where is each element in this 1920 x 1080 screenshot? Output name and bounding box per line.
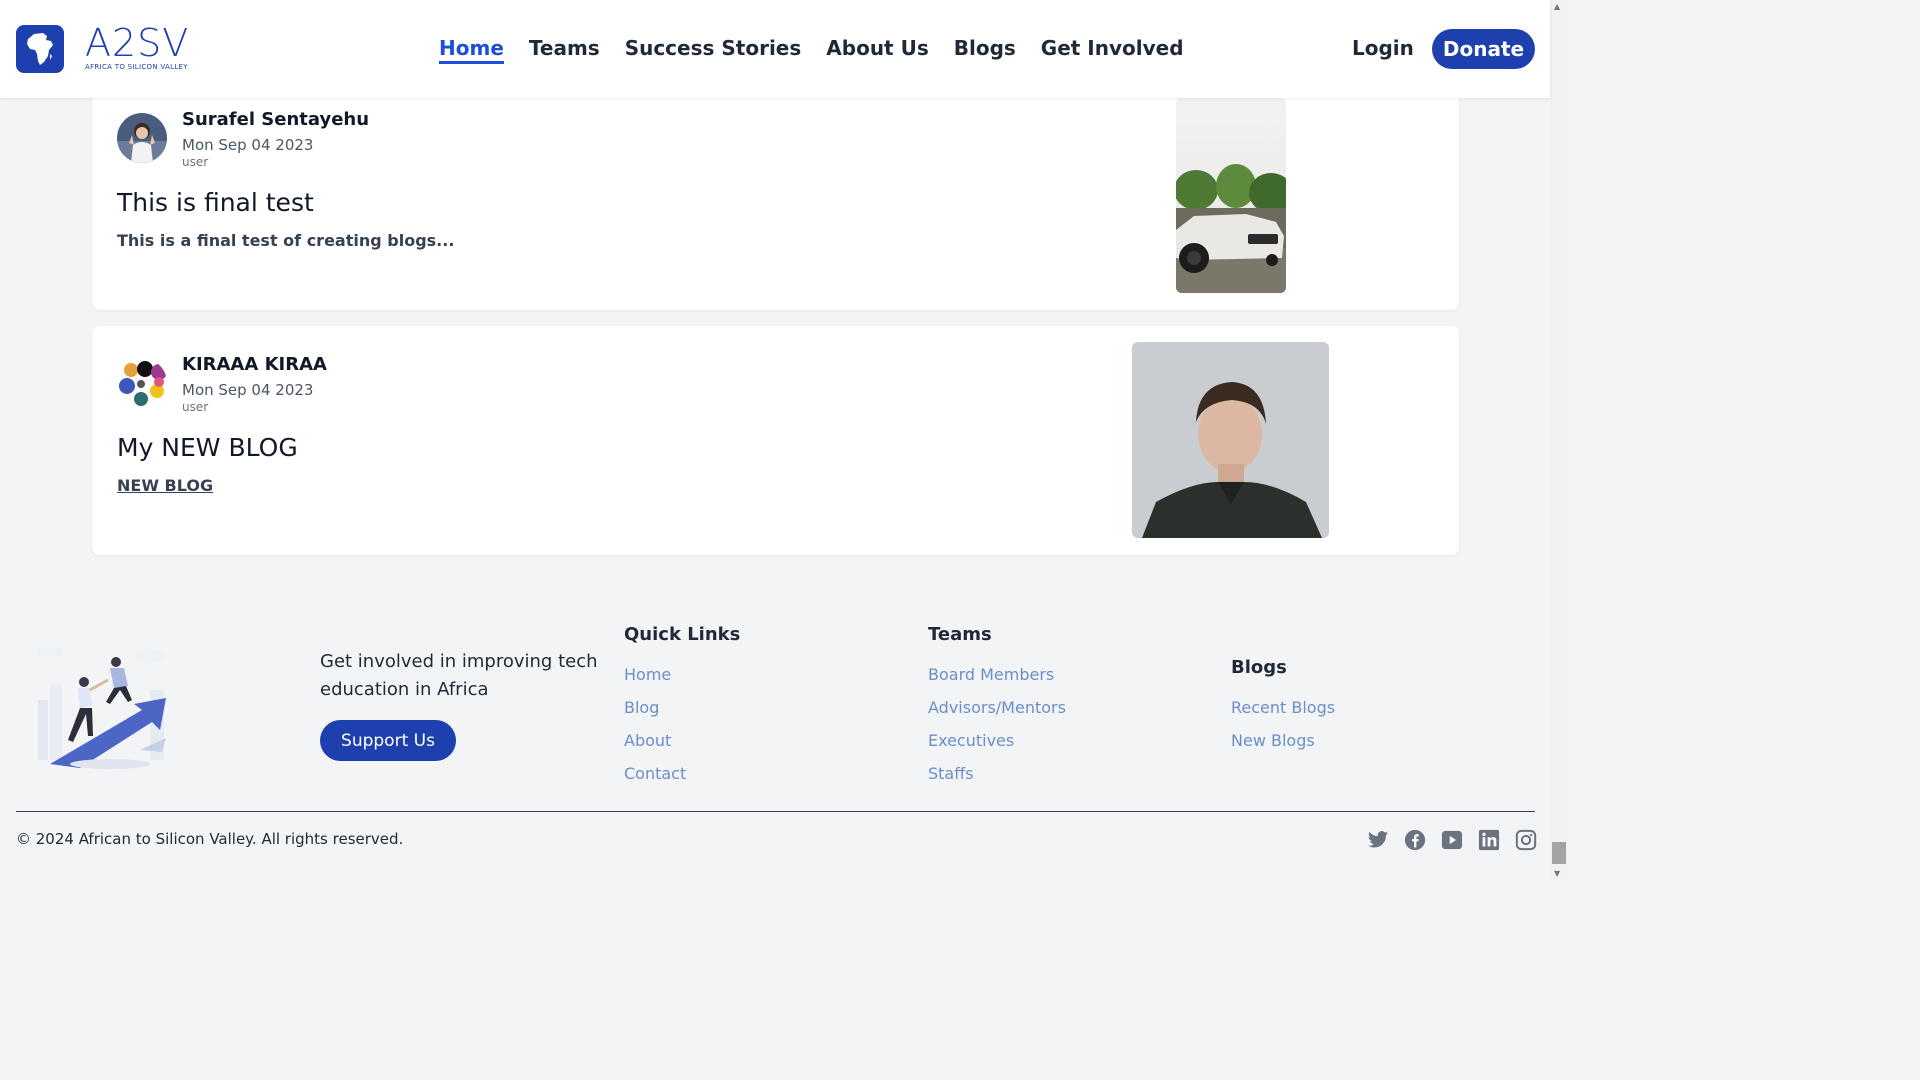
footer-column-title: Blogs bbox=[1231, 657, 1287, 678]
scrollbar-thumb[interactable] bbox=[1552, 842, 1566, 864]
footer-quick-links: Quick Links Home Blog About Contact bbox=[624, 624, 740, 783]
footer-link-recent-blogs[interactable]: Recent Blogs bbox=[1231, 698, 1335, 717]
social-links bbox=[1366, 828, 1538, 852]
footer-column-title: Teams bbox=[928, 624, 992, 645]
main-nav: Home Teams Success Stories About Us Blog… bbox=[439, 36, 1184, 64]
nav-success-stories[interactable]: Success Stories bbox=[625, 36, 802, 64]
login-link[interactable]: Login bbox=[1352, 36, 1414, 60]
footer-link-board-members[interactable]: Board Members bbox=[928, 665, 1066, 684]
post-title[interactable]: This is final test bbox=[117, 188, 314, 217]
footer-link-new-blogs[interactable]: New Blogs bbox=[1231, 731, 1335, 750]
blog-card[interactable]: KIRAAA KIRAA Mon Sep 04 2023 user My NEW… bbox=[92, 326, 1459, 555]
twitter-icon[interactable] bbox=[1366, 828, 1390, 852]
post-thumbnail bbox=[1176, 98, 1286, 293]
linkedin-icon[interactable] bbox=[1477, 828, 1501, 852]
author-avatar bbox=[117, 358, 167, 408]
copyright-text: © 2024 African to Silicon Valley. All ri… bbox=[16, 830, 404, 848]
nav-get-involved[interactable]: Get Involved bbox=[1041, 36, 1184, 64]
footer-link-advisors-mentors[interactable]: Advisors/Mentors bbox=[928, 698, 1066, 717]
support-us-button[interactable]: Support Us bbox=[320, 720, 456, 761]
nav-teams[interactable]: Teams bbox=[529, 36, 600, 64]
post-date: Mon Sep 04 2023 bbox=[182, 381, 314, 399]
footer-link-home[interactable]: Home bbox=[624, 665, 740, 684]
logo-title: A2SV bbox=[85, 21, 190, 65]
post-excerpt[interactable]: NEW BLOG bbox=[117, 476, 213, 495]
instagram-icon[interactable] bbox=[1514, 828, 1538, 852]
footer-link-about[interactable]: About bbox=[624, 731, 740, 750]
footer-link-executives[interactable]: Executives bbox=[928, 731, 1066, 750]
africa-logo-icon[interactable] bbox=[16, 25, 64, 73]
nav-blogs[interactable]: Blogs bbox=[954, 36, 1016, 64]
facebook-icon[interactable] bbox=[1403, 828, 1427, 852]
brand-wordmark[interactable]: A2SV AFRICA TO SILICON VALLEY bbox=[85, 24, 189, 71]
footer-teams: Teams Board Members Advisors/Mentors Exe… bbox=[928, 624, 1066, 783]
footer-link-blog[interactable]: Blog bbox=[624, 698, 740, 717]
donate-button[interactable]: Donate bbox=[1432, 29, 1535, 69]
footer-column-title: Quick Links bbox=[624, 624, 741, 645]
footer-cta-text: Get involved in improving tech education… bbox=[320, 651, 598, 700]
author-role: user bbox=[182, 400, 209, 414]
page-scrollbar[interactable] bbox=[1550, 0, 1568, 882]
post-thumbnail bbox=[1132, 342, 1329, 538]
author-name: KIRAAA KIRAA bbox=[182, 354, 327, 375]
author-avatar bbox=[117, 113, 167, 163]
nav-about-us[interactable]: About Us bbox=[826, 36, 928, 64]
scroll-down-arrow-icon[interactable]: ▼ bbox=[1554, 869, 1560, 878]
nav-home[interactable]: Home bbox=[439, 36, 504, 64]
youtube-icon[interactable] bbox=[1440, 828, 1464, 852]
author-role: user bbox=[182, 155, 209, 169]
logo-subtitle: AFRICA TO SILICON VALLEY bbox=[85, 63, 188, 71]
teamwork-illustration bbox=[30, 640, 180, 772]
footer-divider bbox=[16, 811, 1535, 812]
post-date: Mon Sep 04 2023 bbox=[182, 136, 314, 154]
post-excerpt: This is a final test of creating blogs..… bbox=[117, 231, 455, 250]
post-title[interactable]: My NEW BLOG bbox=[117, 433, 298, 462]
footer-blogs: Blogs Recent Blogs New Blogs bbox=[1231, 657, 1335, 750]
scroll-up-arrow-icon[interactable]: ▲ bbox=[1554, 2, 1560, 11]
footer-link-contact[interactable]: Contact bbox=[624, 764, 740, 783]
author-name: Surafel Sentayehu bbox=[182, 109, 370, 130]
site-header: A2SV AFRICA TO SILICON VALLEY Home Teams… bbox=[0, 0, 1550, 98]
footer-link-staffs[interactable]: Staffs bbox=[928, 764, 1066, 783]
